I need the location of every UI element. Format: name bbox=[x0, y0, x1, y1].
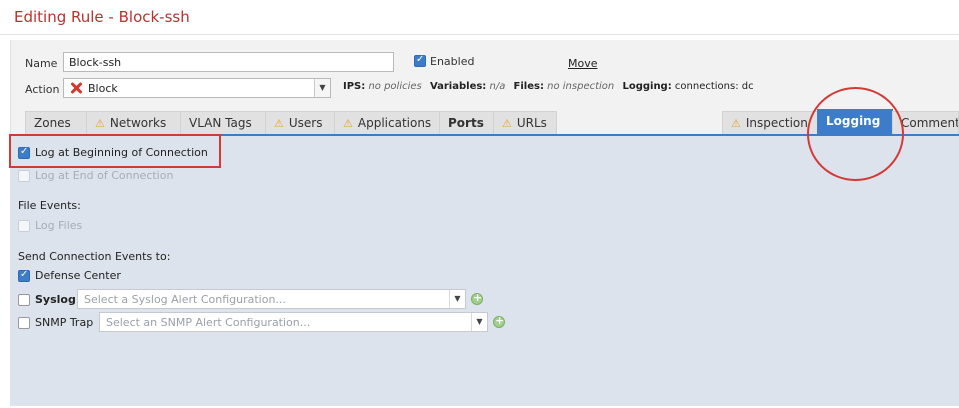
snmp-trap-label: SNMP Trap bbox=[35, 316, 94, 329]
ips-summary-label: IPS: bbox=[343, 81, 366, 92]
defense-center-label: Defense Center bbox=[35, 269, 121, 282]
variables-summary-value: n/a bbox=[489, 81, 506, 92]
ips-summary-value: no policies bbox=[368, 81, 422, 92]
tab-inspection[interactable]: ⚠ Inspection bbox=[722, 111, 818, 134]
syslog-checkbox[interactable] bbox=[18, 294, 30, 306]
title-divider bbox=[0, 34, 959, 35]
tab-urls[interactable]: ⚠ URLs bbox=[493, 111, 557, 134]
tab-urls-label: URLs bbox=[516, 116, 547, 130]
syslog-label: Syslog bbox=[35, 293, 76, 306]
enabled-label: Enabled bbox=[430, 55, 475, 68]
tab-applications[interactable]: ⚠ Applications bbox=[334, 111, 440, 134]
move-link[interactable]: Move bbox=[568, 57, 598, 70]
action-label: Action bbox=[25, 83, 60, 96]
warning-icon: ⚠ bbox=[95, 117, 105, 130]
log-end-label: Log at End of Connection bbox=[35, 169, 174, 182]
block-x-icon bbox=[69, 81, 83, 95]
tab-vlan-tags-label: VLAN Tags bbox=[189, 116, 252, 130]
rule-summary: IPS: no policies Variables: n/a Files: n… bbox=[343, 81, 754, 92]
highlight-box-annotation bbox=[9, 134, 221, 168]
highlight-circle-annotation bbox=[807, 87, 904, 181]
dialog-title: Editing Rule - Block-ssh bbox=[14, 8, 190, 26]
chevron-down-icon[interactable]: ▼ bbox=[471, 313, 487, 331]
logging-summary-value: connections: dc bbox=[674, 81, 754, 92]
log-files-label: Log Files bbox=[35, 219, 83, 232]
snmp-alert-select[interactable]: Select an SNMP Alert Configuration... ▼ bbox=[99, 312, 488, 332]
snmp-trap-checkbox[interactable] bbox=[18, 317, 30, 329]
files-summary-value: no inspection bbox=[547, 81, 615, 92]
tab-inspection-label: Inspection bbox=[745, 116, 808, 130]
log-end-checkbox[interactable] bbox=[18, 170, 30, 182]
logging-summary-label: Logging: bbox=[622, 81, 672, 92]
snmp-alert-placeholder: Select an SNMP Alert Configuration... bbox=[106, 316, 311, 329]
enabled-checkbox[interactable] bbox=[414, 54, 426, 67]
tab-networks-label: Networks bbox=[109, 116, 167, 130]
file-events-heading: File Events: bbox=[18, 199, 81, 212]
log-files-checkbox[interactable] bbox=[18, 220, 30, 232]
action-select[interactable]: Block ▼ bbox=[63, 78, 331, 98]
name-label: Name bbox=[25, 57, 58, 70]
tab-vlan-tags[interactable]: VLAN Tags bbox=[180, 111, 266, 134]
warning-icon: ⚠ bbox=[343, 117, 353, 130]
tab-zones[interactable]: Zones bbox=[25, 111, 87, 134]
warning-icon: ⚠ bbox=[274, 117, 284, 130]
chevron-down-icon[interactable]: ▼ bbox=[449, 290, 465, 308]
tab-applications-label: Applications bbox=[357, 116, 432, 130]
add-snmp-alert-icon[interactable] bbox=[493, 314, 505, 328]
name-input[interactable]: Block-ssh bbox=[63, 52, 394, 72]
add-syslog-alert-icon[interactable] bbox=[471, 291, 483, 305]
defense-center-checkbox[interactable] bbox=[18, 269, 30, 282]
tab-networks[interactable]: ⚠ Networks bbox=[86, 111, 181, 134]
chevron-down-icon[interactable]: ▼ bbox=[314, 79, 330, 97]
tab-ports-label: Ports bbox=[448, 116, 484, 130]
tab-users[interactable]: ⚠ Users bbox=[265, 111, 335, 134]
tab-users-label: Users bbox=[288, 116, 323, 130]
action-select-value: Block bbox=[88, 82, 118, 95]
syslog-alert-placeholder: Select a Syslog Alert Configuration... bbox=[84, 293, 286, 306]
tab-comment-label: Comment bbox=[901, 116, 959, 130]
warning-icon: ⚠ bbox=[731, 117, 741, 130]
warning-icon: ⚠ bbox=[502, 117, 512, 130]
files-summary-label: Files: bbox=[513, 81, 544, 92]
syslog-alert-select[interactable]: Select a Syslog Alert Configuration... ▼ bbox=[77, 289, 466, 309]
variables-summary-label: Variables: bbox=[429, 81, 487, 92]
tab-zones-label: Zones bbox=[34, 116, 71, 130]
tab-ports[interactable]: Ports bbox=[439, 111, 494, 134]
send-events-heading: Send Connection Events to: bbox=[18, 250, 171, 263]
